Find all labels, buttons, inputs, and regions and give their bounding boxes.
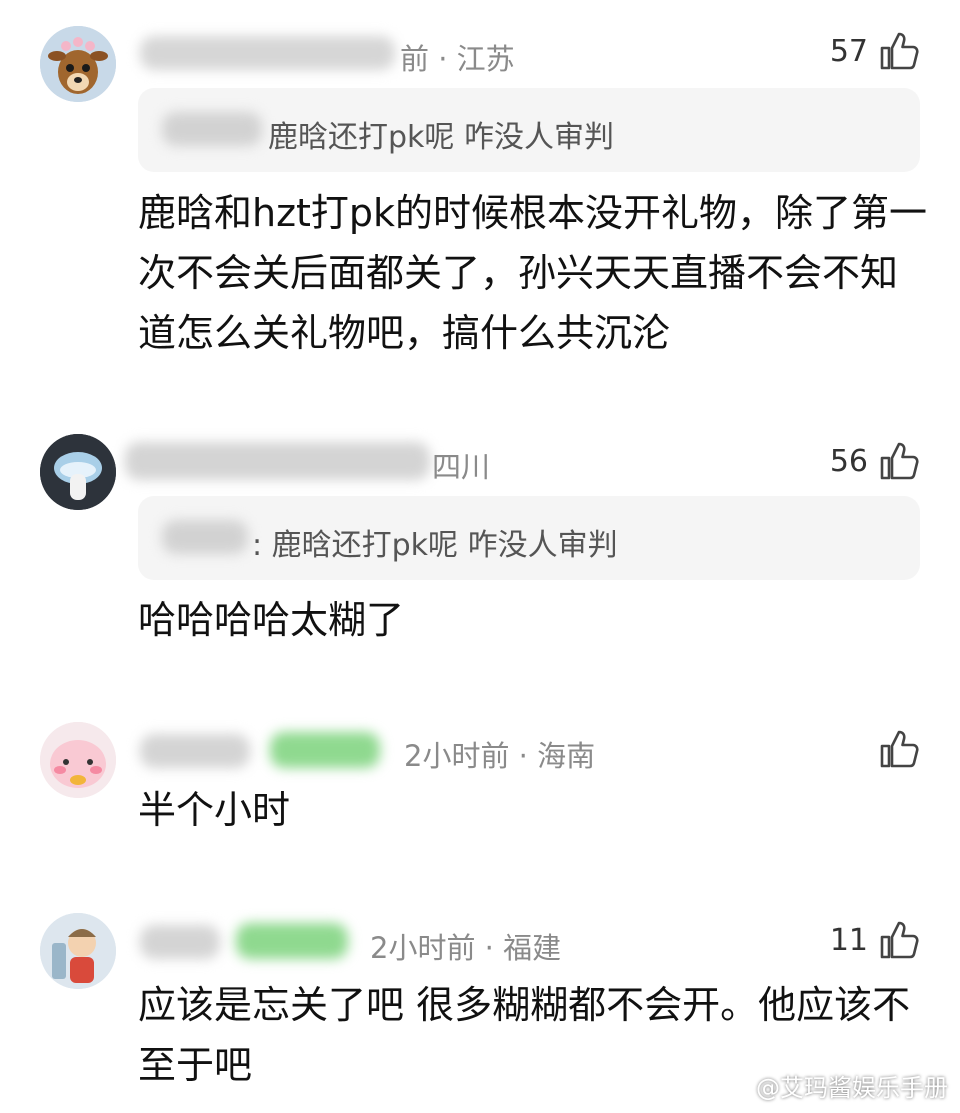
quoted-text: : 鹿晗还打pk呢 咋没人审判 xyxy=(252,528,618,563)
cartoon-boy-avatar-icon xyxy=(40,913,116,989)
mushroom-avatar-icon xyxy=(40,434,116,510)
watermark: @艾玛酱娱乐手册 xyxy=(722,1068,948,1103)
comment-meta: 四川 xyxy=(432,450,491,484)
quoted-comment[interactable]: : 鹿晗还打pk呢 咋没人审判 xyxy=(138,496,920,580)
avatar[interactable] xyxy=(40,722,116,798)
comment-3: 2小时前 · 海南 半个小时 xyxy=(0,700,960,880)
like-button[interactable]: 57 xyxy=(830,30,920,72)
avatar[interactable] xyxy=(40,913,116,989)
deer-avatar-icon xyxy=(40,26,116,102)
quoted-username-blurred xyxy=(162,112,262,146)
thumbs-up-icon xyxy=(880,730,919,768)
pink-bear-avatar-icon xyxy=(40,722,116,798)
badge-blurred xyxy=(236,923,348,959)
watermark-text: @艾玛酱娱乐手册 xyxy=(756,1074,948,1102)
quoted-username-blurred xyxy=(162,520,248,554)
like-button[interactable] xyxy=(868,728,920,770)
username-blurred[interactable] xyxy=(125,442,430,480)
like-count: 56 xyxy=(829,443,868,479)
quoted-comment[interactable]: 鹿晗还打pk呢 咋没人审判 xyxy=(138,88,920,172)
username-blurred[interactable] xyxy=(140,36,395,70)
thumbs-up-icon xyxy=(880,32,919,70)
badge-blurred xyxy=(270,732,380,768)
avatar[interactable] xyxy=(40,26,116,102)
thumbs-up-icon xyxy=(880,442,919,480)
comment-meta: 前 · 江苏 xyxy=(400,42,515,76)
username-blurred[interactable] xyxy=(140,925,220,959)
like-button[interactable]: 11 xyxy=(830,919,920,961)
quoted-text: 鹿晗还打pk呢 咋没人审判 xyxy=(268,120,614,155)
thumbs-up-icon xyxy=(880,921,919,959)
comment-text: 鹿晗和hzt打pk的时候根本没开礼物，除了第一次不会关后面都关了，孙兴天天直播不… xyxy=(138,191,928,355)
comment-meta: 2小时前 · 海南 xyxy=(404,739,596,773)
username-blurred[interactable] xyxy=(140,734,250,768)
like-count: 11 xyxy=(829,922,868,958)
like-count: 57 xyxy=(829,33,868,69)
comment-2: 四川 56 : 鹿晗还打pk呢 咋没人审判 哈哈哈哈太糊了 xyxy=(0,420,960,680)
comment-text: 半个小时 xyxy=(138,788,291,832)
avatar[interactable] xyxy=(40,434,116,510)
weibo-icon xyxy=(722,1076,748,1098)
comment-text: 哈哈哈哈太糊了 xyxy=(138,598,405,642)
comment-meta: 2小时前 · 福建 xyxy=(370,931,562,965)
like-button[interactable]: 56 xyxy=(830,440,920,482)
comment-1: 前 · 江苏 57 鹿晗还打pk呢 咋没人审判 鹿晗和hzt打pk的时候根本没开… xyxy=(0,0,960,400)
